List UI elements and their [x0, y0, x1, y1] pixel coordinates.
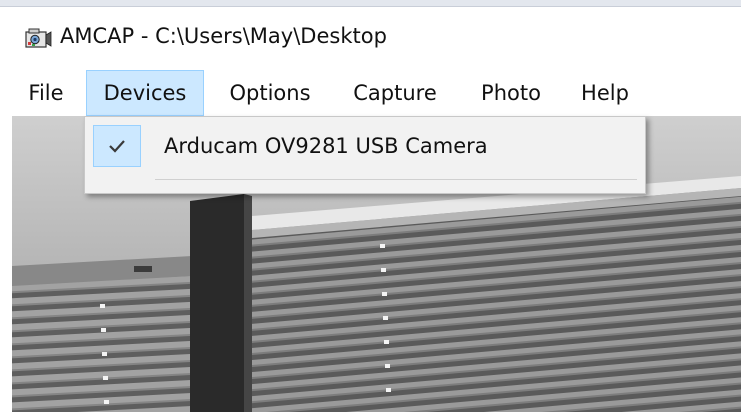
device-item-arducam[interactable]: Arducam OV9281 USB Camera [88, 122, 642, 170]
checkmark-icon [109, 140, 125, 153]
camera-app-icon [25, 28, 52, 48]
menu-options[interactable]: Options [212, 70, 328, 116]
window-title: AMCAP - C:\Users\May\Desktop [60, 24, 387, 48]
menu-photo[interactable]: Photo [464, 70, 558, 116]
amcap-window: AMCAP - C:\Users\May\Desktop File Device… [0, 0, 741, 412]
title-bar[interactable]: AMCAP - C:\Users\May\Desktop [0, 7, 741, 65]
menu-bar: File Devices Options Capture Photo Help [0, 70, 741, 116]
menu-help[interactable]: Help [566, 70, 644, 116]
devices-dropdown-menu: Arducam OV9281 USB Camera [84, 116, 646, 194]
menu-file[interactable]: File [20, 70, 72, 116]
window-top-border [0, 0, 741, 7]
menu-separator [155, 179, 637, 180]
device-item-label: Arducam OV9281 USB Camera [164, 134, 488, 158]
menu-devices[interactable]: Devices [86, 70, 204, 116]
menu-capture[interactable]: Capture [338, 70, 452, 116]
check-highlight [93, 125, 141, 167]
